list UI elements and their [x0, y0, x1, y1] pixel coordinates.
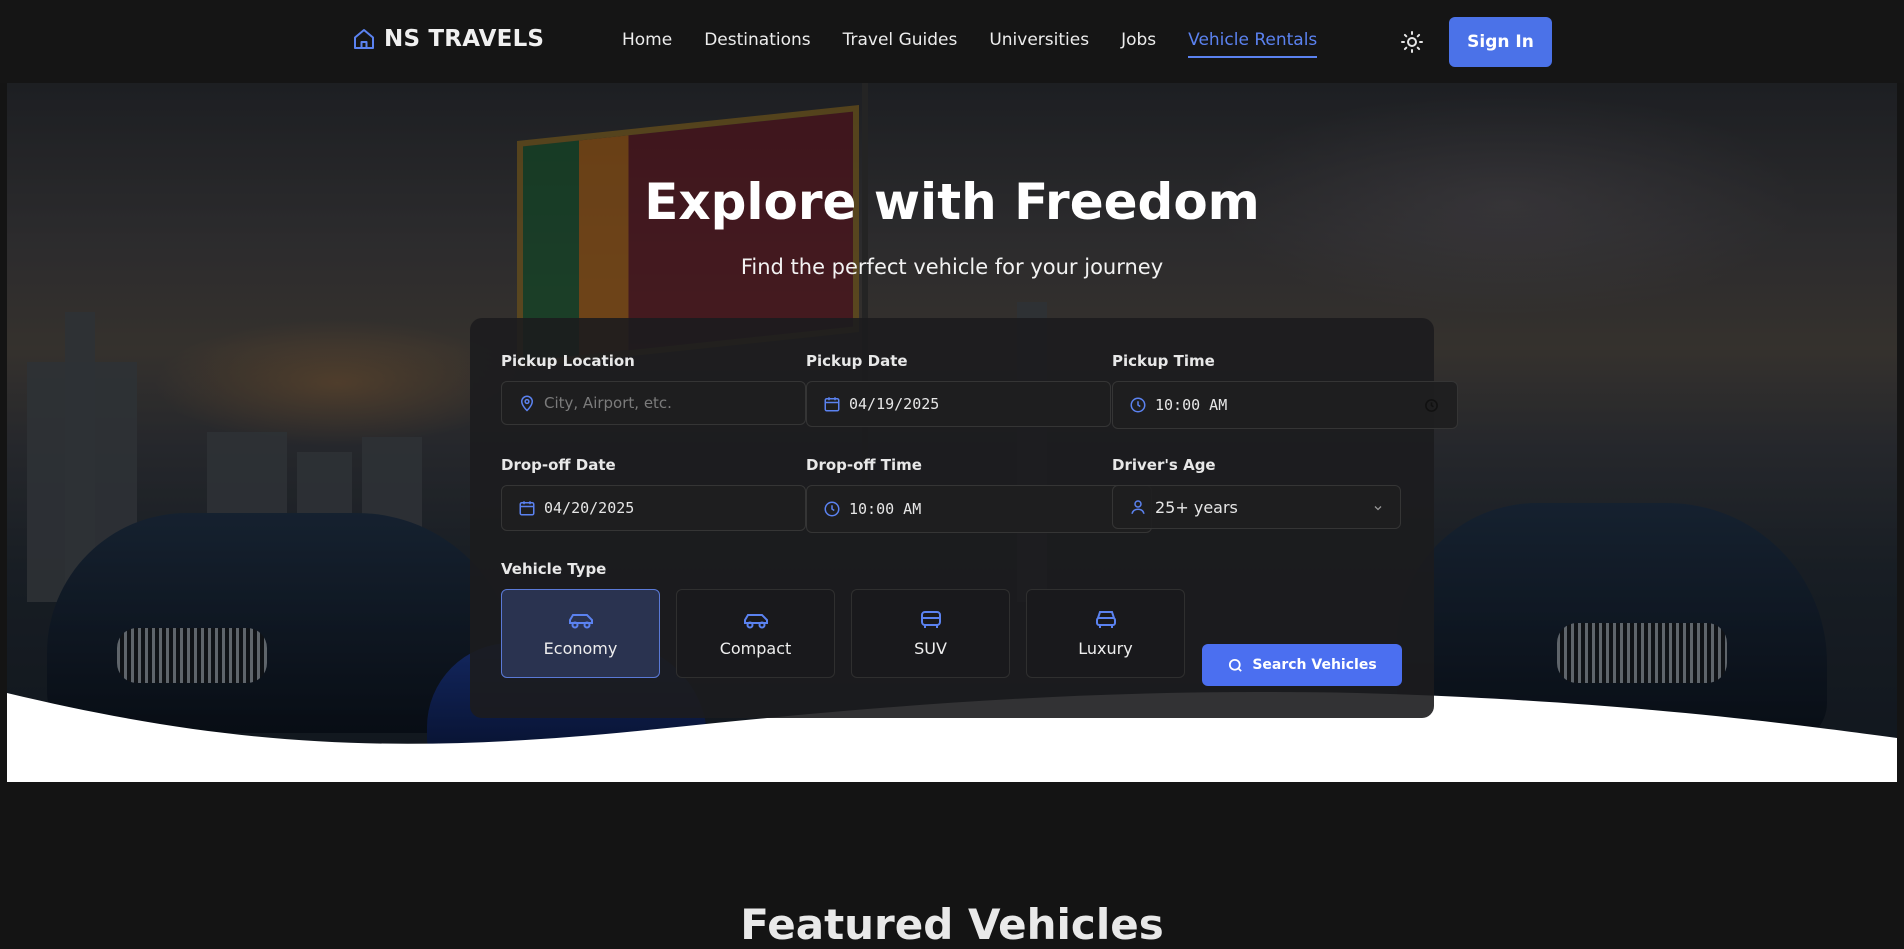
clock-icon [824, 501, 840, 517]
pickup-date-value: 04/19/2025 [849, 395, 940, 413]
dropoff-time-label: Drop-off Time [806, 456, 922, 474]
vehicle-type-economy-label: Economy [543, 639, 618, 658]
pickup-location-input[interactable]: City, Airport, etc. [501, 381, 806, 425]
search-vehicles-label: Search Vehicles [1252, 657, 1377, 673]
nav-link-destinations[interactable]: Destinations [704, 30, 810, 58]
vehicle-type-suv-label: SUV [914, 639, 947, 658]
nav-links: Home Destinations Travel Guides Universi… [622, 30, 1349, 58]
brand-name: NS TRAVELS [384, 26, 545, 52]
clock-icon [1130, 397, 1146, 413]
search-vehicles-button[interactable]: Search Vehicles [1202, 644, 1402, 686]
dropoff-date-value: 04/20/2025 [544, 499, 635, 517]
vehicle-type-label: Vehicle Type [501, 560, 607, 578]
hero-title: Explore with Freedom [644, 173, 1260, 231]
brand-logo[interactable]: NS TRAVELS [352, 26, 544, 52]
pickup-time-value: 10:00 AM [1155, 396, 1228, 414]
nav-link-home[interactable]: Home [622, 30, 672, 58]
calendar-icon [519, 501, 535, 516]
suv-icon [920, 611, 941, 628]
dropoff-time-input[interactable]: 10:00 AM [806, 485, 1152, 533]
time-picker-icon[interactable] [1424, 398, 1439, 413]
pickup-date-label: Pickup Date [806, 352, 908, 370]
dropoff-date-input[interactable]: 04/20/2025 [501, 485, 806, 531]
vehicle-type-suv[interactable]: SUV [851, 589, 1010, 678]
sun-icon [1401, 31, 1423, 53]
hero-subtitle: Find the perfect vehicle for your journe… [740, 255, 1164, 279]
nav-link-vehicle-rentals[interactable]: Vehicle Rentals [1188, 30, 1318, 58]
pickup-time-input[interactable]: 10:00 AM [1112, 381, 1458, 429]
driver-age-value: 25+ years [1155, 497, 1238, 517]
chevron-down-icon [1374, 506, 1382, 511]
nav-link-travel-guides[interactable]: Travel Guides [843, 30, 958, 58]
user-icon [1131, 500, 1145, 514]
vehicle-type-compact[interactable]: Compact [676, 589, 835, 678]
dropoff-time-value: 10:00 AM [849, 500, 922, 518]
calendar-icon [824, 397, 840, 412]
pickup-location-placeholder: City, Airport, etc. [544, 394, 672, 412]
top-navbar: NS TRAVELS Home Destinations Travel Guid… [0, 0, 1904, 83]
search-icon [1229, 658, 1243, 672]
sign-in-button[interactable]: Sign In [1449, 17, 1552, 67]
pickup-date-input[interactable]: 04/19/2025 [806, 381, 1111, 427]
vehicle-type-compact-label: Compact [719, 639, 792, 658]
map-pin-icon [520, 395, 534, 412]
home-icon [354, 29, 374, 49]
featured-vehicles-heading: Featured Vehicles [740, 900, 1164, 949]
nav-link-jobs[interactable]: Jobs [1121, 30, 1156, 58]
pickup-time-label: Pickup Time [1112, 352, 1215, 370]
nav-link-universities[interactable]: Universities [989, 30, 1089, 58]
vehicle-type-luxury[interactable]: Luxury [1026, 589, 1185, 678]
driver-age-label: Driver's Age [1112, 456, 1216, 474]
luxury-car-icon [1095, 611, 1116, 628]
theme-toggle-button[interactable] [1400, 30, 1426, 56]
driver-age-select[interactable]: 25+ years [1112, 485, 1401, 529]
vehicle-type-economy[interactable]: Economy [501, 589, 660, 678]
pickup-location-label: Pickup Location [501, 352, 635, 370]
vehicle-type-luxury-label: Luxury [1078, 639, 1133, 658]
car-icon [743, 614, 768, 629]
dropoff-date-label: Drop-off Date [501, 456, 616, 474]
car-icon [568, 614, 593, 629]
